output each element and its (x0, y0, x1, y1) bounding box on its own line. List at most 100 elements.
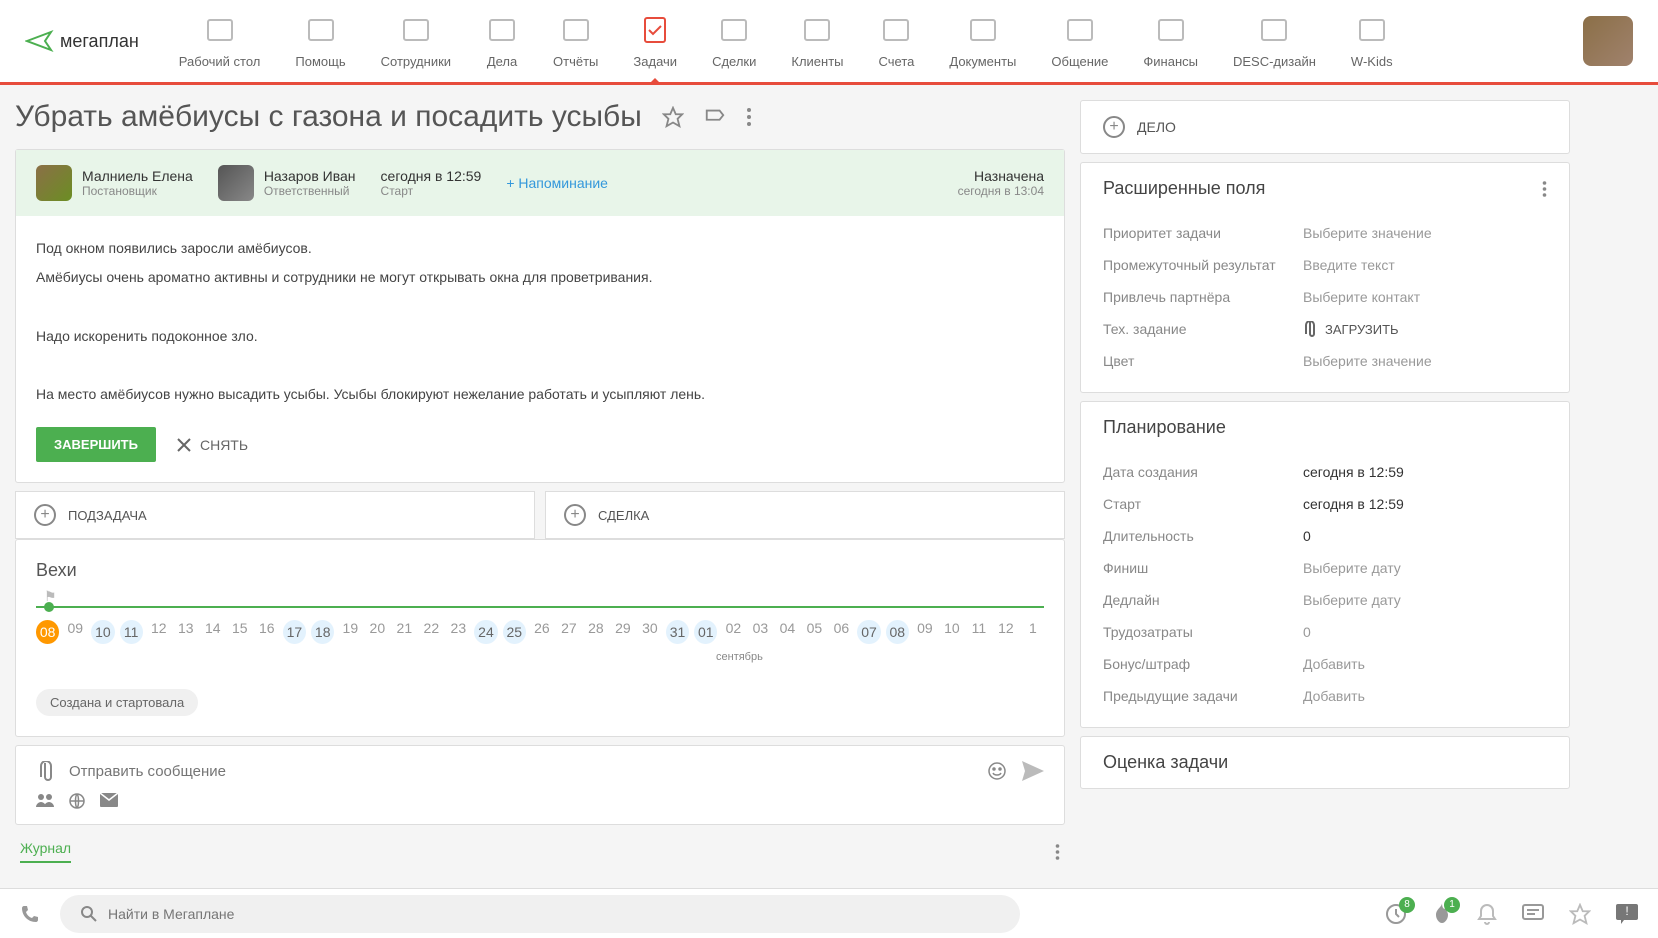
clock-icon[interactable]: 8 (1385, 903, 1407, 925)
day-21[interactable]: 21 (393, 620, 415, 644)
search-input[interactable] (108, 906, 1000, 922)
field-row[interactable]: ДедлайнВыберите дату (1103, 584, 1547, 616)
star-icon[interactable] (1569, 903, 1591, 925)
nav-Рабочий стол[interactable]: Рабочий стол (179, 14, 261, 69)
day-10[interactable]: 10 (941, 620, 963, 644)
day-12[interactable]: 12 (148, 620, 170, 644)
globe-icon[interactable] (69, 793, 85, 809)
nav-Сделки[interactable]: Сделки (712, 14, 756, 69)
remove-button[interactable]: СНЯТЬ (176, 437, 248, 453)
fire-icon[interactable]: 1 (1432, 903, 1452, 925)
nav-Дела[interactable]: Дела (486, 14, 518, 69)
day-16[interactable]: 16 (256, 620, 278, 644)
chat-icon[interactable] (1522, 904, 1544, 924)
field-row[interactable]: Длительность0 (1103, 520, 1547, 552)
emoji-icon[interactable] (987, 761, 1007, 781)
assignee[interactable]: Назаров Иван Ответственный (218, 165, 356, 201)
nav-Финансы[interactable]: Финансы (1143, 14, 1198, 69)
day-09[interactable]: 09 (64, 620, 86, 644)
field-row[interactable]: Бонус/штрафДобавить (1103, 648, 1547, 680)
day-09[interactable]: 09 (914, 620, 936, 644)
field-row[interactable]: ЦветВыберите значение (1103, 345, 1547, 377)
field-row[interactable]: Тех. заданиеЗАГРУЗИТЬ (1103, 313, 1547, 345)
people-icon[interactable] (36, 793, 54, 809)
attach-icon[interactable] (36, 761, 54, 781)
field-row[interactable]: Привлечь партнёраВыберите контакт (1103, 281, 1547, 313)
day-26[interactable]: 26 (531, 620, 553, 644)
nav-Документы[interactable]: Документы (949, 14, 1016, 69)
add-reminder[interactable]: + Напоминание (506, 175, 608, 191)
complete-button[interactable]: ЗАВЕРШИТЬ (36, 427, 156, 462)
more-icon[interactable] (1055, 843, 1060, 861)
add-delo-button[interactable]: + ДЕЛО (1080, 100, 1570, 154)
nav-icon (400, 14, 432, 46)
day-11[interactable]: 11 (968, 620, 990, 644)
nav-Помощь[interactable]: Помощь (295, 14, 345, 69)
day-25[interactable]: 25 (503, 620, 526, 644)
day-12[interactable]: 12 (995, 620, 1017, 644)
day-17[interactable]: 17 (283, 620, 306, 644)
day-10[interactable]: 10 (91, 620, 114, 644)
field-row[interactable]: Дата созданиясегодня в 12:59 (1103, 456, 1547, 488)
nav-Общение[interactable]: Общение (1051, 14, 1108, 69)
phone-icon[interactable] (20, 904, 40, 924)
day-13[interactable]: 13 (175, 620, 197, 644)
nav-W-Kids[interactable]: W-Kids (1351, 14, 1393, 69)
field-label: Предыдущие задачи (1103, 688, 1303, 704)
day-24[interactable]: 24 (474, 620, 497, 644)
feedback-icon[interactable]: ! (1616, 904, 1638, 924)
send-icon[interactable] (1022, 761, 1044, 781)
user-avatar[interactable] (1583, 16, 1633, 66)
mail-icon[interactable] (100, 793, 118, 809)
field-row[interactable]: Трудозатраты0 (1103, 616, 1547, 648)
upload-button[interactable]: ЗАГРУЗИТЬ (1303, 321, 1399, 337)
day-28[interactable]: 28 (585, 620, 607, 644)
field-label: Дата создания (1103, 464, 1303, 480)
more-icon[interactable] (746, 106, 752, 128)
search-bar[interactable] (60, 895, 1020, 933)
journal-tab[interactable]: Журнал (20, 840, 71, 863)
add-subtask[interactable]: + ПОДЗАДАЧА (15, 491, 535, 539)
nav-Счета[interactable]: Счета (879, 14, 915, 69)
day-23[interactable]: 23 (447, 620, 469, 644)
day-20[interactable]: 20 (366, 620, 388, 644)
field-row[interactable]: Стартсегодня в 12:59 (1103, 488, 1547, 520)
day-06[interactable]: 06 (830, 620, 852, 644)
nav-Задачи[interactable]: Задачи (633, 14, 677, 69)
day-01[interactable]: 01 (694, 620, 717, 644)
day-27[interactable]: 27 (558, 620, 580, 644)
day-15[interactable]: 15 (229, 620, 251, 644)
more-icon[interactable] (1542, 180, 1547, 198)
day-14[interactable]: 14 (202, 620, 224, 644)
day-22[interactable]: 22 (420, 620, 442, 644)
field-row[interactable]: Предыдущие задачиДобавить (1103, 680, 1547, 712)
day-18[interactable]: 18 (311, 620, 334, 644)
day-30[interactable]: 30 (639, 620, 661, 644)
nav-Клиенты[interactable]: Клиенты (791, 14, 843, 69)
field-row[interactable]: Приоритет задачиВыберите значение (1103, 217, 1547, 249)
day-03[interactable]: 03 (749, 620, 771, 644)
day-04[interactable]: 04 (776, 620, 798, 644)
tag-icon[interactable] (704, 106, 726, 128)
day-31[interactable]: 31 (666, 620, 689, 644)
add-deal[interactable]: + СДЕЛКА (545, 491, 1065, 539)
nav-Отчёты[interactable]: Отчёты (553, 14, 598, 69)
day-08[interactable]: 08 (36, 620, 59, 644)
field-row[interactable]: ФинишВыберите дату (1103, 552, 1547, 584)
nav-DESC-дизайн[interactable]: DESC-дизайн (1233, 14, 1316, 69)
day-19[interactable]: 19 (339, 620, 361, 644)
day-02[interactable]: 02 (722, 620, 744, 644)
day-08[interactable]: 08 (886, 620, 909, 644)
logo[interactable]: мегаплан (25, 26, 139, 56)
day-07[interactable]: 07 (857, 620, 880, 644)
bell-icon[interactable] (1477, 903, 1497, 925)
field-row[interactable]: Промежуточный результатВведите текст (1103, 249, 1547, 281)
message-input[interactable] (69, 763, 972, 780)
day-1[interactable]: 1 (1022, 620, 1044, 644)
day-11[interactable]: 11 (120, 620, 143, 644)
owner[interactable]: Малниель Елена Постановщик (36, 165, 193, 201)
day-05[interactable]: 05 (803, 620, 825, 644)
star-icon[interactable] (662, 106, 684, 128)
day-29[interactable]: 29 (612, 620, 634, 644)
nav-Сотрудники[interactable]: Сотрудники (381, 14, 451, 69)
